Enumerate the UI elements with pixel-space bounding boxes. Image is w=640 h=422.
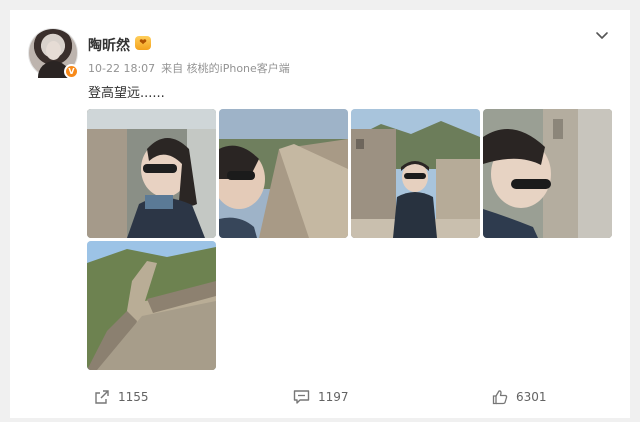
photo-4[interactable] [483,109,612,238]
chevron-down-icon[interactable] [594,28,610,44]
post-timestamp[interactable]: 10-22 18:07 [88,62,155,75]
action-bar: 1155 1197 6301 [10,386,630,408]
comment-button[interactable]: 1197 [293,386,349,408]
author-name[interactable]: 陶昕然 [88,35,130,55]
share-count: 1155 [118,390,149,404]
comment-icon [293,390,310,404]
weibo-post-card: V 陶昕然 ❤ 10-22 18:07 来自 核桃的iPhone客户端 登高望远.… [10,10,630,418]
like-button[interactable]: 6301 [492,386,547,408]
like-count: 6301 [516,390,547,404]
member-badge-icon[interactable]: ❤ [135,36,151,50]
verified-badge-icon: V [64,64,79,79]
post-source: 来自 核桃的iPhone客户端 [161,62,290,75]
post-text: 登高望远...... [88,86,165,101]
photo-3[interactable] [351,109,480,238]
share-button[interactable]: 1155 [94,386,149,408]
post-meta: 10-22 18:07 来自 核桃的iPhone客户端 [88,60,290,76]
photo-2[interactable] [219,109,348,238]
comment-count: 1197 [318,390,349,404]
avatar-face [46,41,61,60]
like-icon [492,390,508,405]
share-icon [95,390,109,404]
photo-1[interactable] [87,109,216,238]
photo-5[interactable] [87,241,216,370]
